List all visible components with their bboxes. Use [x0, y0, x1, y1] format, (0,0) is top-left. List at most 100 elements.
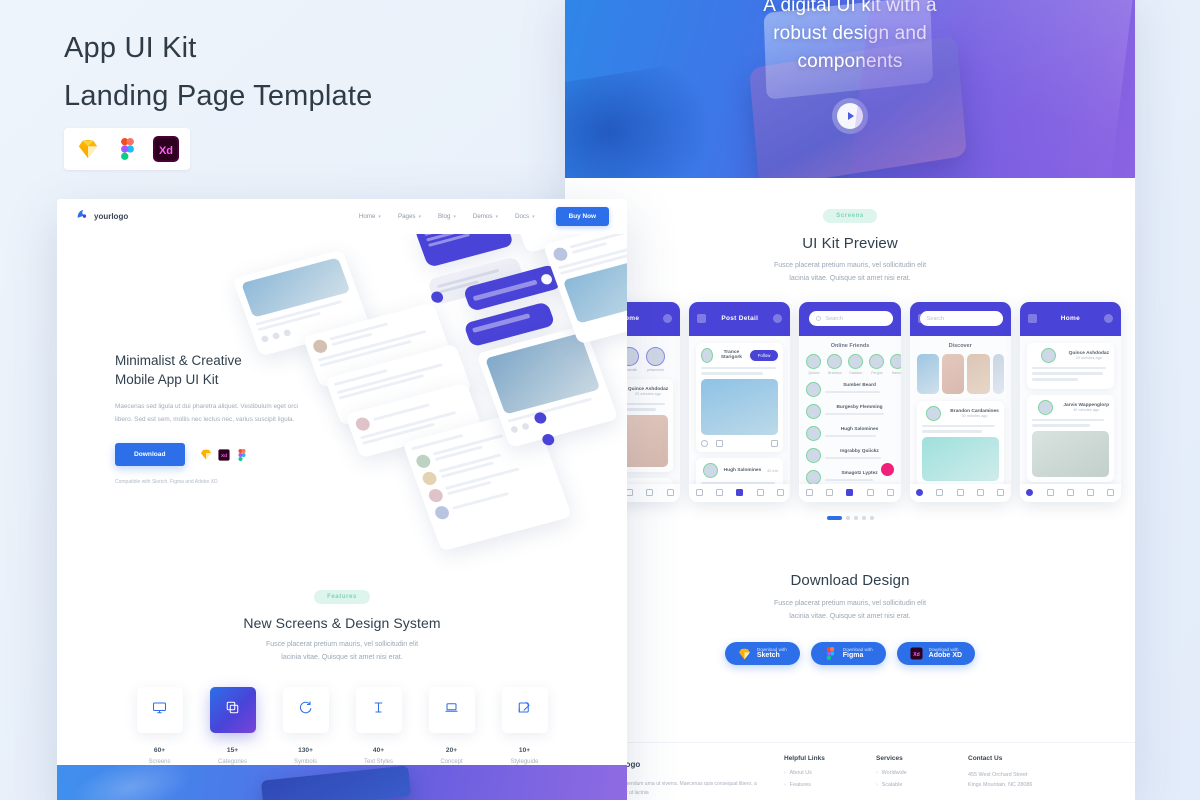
online-friends-row[interactable]: Quince Brandon Dawson Fergus Hannes	[806, 353, 901, 375]
friend-item[interactable]: Brandon	[827, 353, 843, 375]
discover-image[interactable]	[941, 353, 965, 394]
home-tab-icon[interactable]	[916, 489, 924, 497]
notification-icon[interactable]	[663, 314, 673, 324]
notification-icon[interactable]	[1104, 314, 1114, 324]
buy-now-button[interactable]: Buy Now	[555, 207, 609, 226]
list-item[interactable]: Burgesby Flemming	[806, 403, 893, 419]
carousel-dot[interactable]	[869, 516, 874, 521]
nav-item-blog[interactable]: Blog ▾	[438, 213, 456, 220]
feature-icon-box[interactable]	[501, 686, 548, 733]
messages-tab-icon[interactable]	[626, 489, 634, 497]
feature-item-categories[interactable]: 15+ Categories	[207, 686, 259, 765]
more-icon[interactable]	[773, 314, 783, 324]
phone-tabbar[interactable]	[1019, 483, 1122, 502]
search-input[interactable]: Search	[919, 311, 1003, 327]
notifications-tab-icon[interactable]	[646, 489, 654, 497]
carousel-dot[interactable]	[845, 516, 850, 521]
notifications-tab-icon[interactable]	[866, 489, 874, 497]
bookmark-icon[interactable]	[771, 440, 779, 448]
notifications-tab-icon[interactable]	[1087, 489, 1095, 497]
like-icon[interactable]	[701, 440, 709, 448]
feature-item-text-styles[interactable]: 40+ Text Styles	[353, 686, 405, 765]
post-detail-card[interactable]: Trance Starigork Follow	[696, 342, 784, 453]
feature-item-screens[interactable]: 60+ Screens	[134, 686, 186, 765]
follow-button[interactable]: Follow	[749, 349, 779, 361]
discover-grid[interactable]	[916, 353, 1004, 394]
profile-tab-icon[interactable]	[886, 489, 894, 497]
messages-tab-icon[interactable]	[846, 489, 854, 497]
explore-tab-icon[interactable]	[826, 489, 834, 497]
phone-tabbar[interactable]	[799, 483, 901, 502]
feature-icon-box[interactable]	[355, 686, 402, 733]
home-tab-icon[interactable]	[695, 489, 703, 497]
discover-image[interactable]	[916, 353, 939, 394]
compose-fab-icon[interactable]	[880, 462, 894, 476]
nav-item-home[interactable]: Home ▾	[359, 213, 381, 220]
download-adobexd-button[interactable]: Xd Download with Adobe XD	[896, 642, 976, 666]
list-item[interactable]: Ingrabby Quiickz	[806, 447, 893, 463]
home-tab-icon[interactable]	[1026, 489, 1034, 497]
list-item[interactable]: Smagotz Lyptez	[806, 469, 893, 485]
feature-icon-box[interactable]	[428, 686, 475, 733]
filter-icon[interactable]	[883, 314, 893, 324]
navbar-logo[interactable]: yourlogo	[75, 208, 128, 226]
notifications-tab-icon[interactable]	[976, 489, 984, 497]
play-button-icon[interactable]	[837, 103, 863, 129]
feature-item-concept[interactable]: 20+ Concept	[426, 686, 478, 765]
footer-link[interactable]: › Features	[784, 782, 854, 788]
download-sketch-button[interactable]: Download with Sketch	[724, 642, 800, 666]
phone-tabbar[interactable]	[909, 483, 1011, 502]
carousel-dot[interactable]	[861, 516, 866, 521]
phone-mockup[interactable]: Search Discover Brandon Cardamines 30 mi…	[909, 301, 1011, 502]
phone-carousel[interactable]: Home Your Story johnsmith pritamsinh Qui…	[565, 301, 1135, 502]
explore-tab-icon[interactable]	[716, 489, 724, 497]
discover-image[interactable]	[992, 353, 1004, 394]
story-item[interactable]: pritamsinh	[646, 346, 666, 372]
feature-item-styleguide[interactable]: 10+ Styleguide	[499, 686, 551, 765]
menu-icon[interactable]	[917, 314, 927, 324]
profile-tab-icon[interactable]	[1107, 489, 1115, 497]
messages-tab-icon[interactable]	[1066, 489, 1074, 497]
phone-mockup[interactable]: Home Quince Ashdodaz 20 minutes ago Jarv…	[1019, 301, 1122, 502]
phone-mockup[interactable]: Search Online Friends Quince Brandon Daw…	[799, 301, 901, 502]
profile-tab-icon[interactable]	[666, 489, 674, 497]
friend-item[interactable]: Fergus	[869, 353, 885, 375]
menu-icon[interactable]	[1027, 314, 1037, 324]
friend-item[interactable]: Hannes	[890, 353, 901, 375]
feature-icon-box[interactable]	[209, 686, 256, 733]
home-tab-icon[interactable]	[806, 489, 814, 497]
explore-tab-icon[interactable]	[1046, 489, 1054, 497]
profile-tab-icon[interactable]	[776, 489, 784, 497]
notifications-tab-icon[interactable]	[756, 489, 764, 497]
messages-tab-icon[interactable]	[956, 489, 964, 497]
phone-tabbar[interactable]	[689, 483, 791, 502]
discover-image[interactable]	[967, 353, 990, 394]
footer-link[interactable]: › Scalable	[876, 782, 946, 788]
footer-link[interactable]: › About Us	[784, 770, 854, 776]
feed-post[interactable]: Brandon Cardamines 30 minutes ago	[916, 400, 1004, 487]
footer-link[interactable]: › Worldwide	[876, 770, 946, 776]
messages-tab-icon[interactable]	[736, 489, 744, 497]
nav-item-pages[interactable]: Pages ▾	[398, 213, 421, 220]
nav-item-demos[interactable]: Demos ▾	[473, 213, 498, 220]
back-icon[interactable]	[697, 314, 707, 324]
friend-item[interactable]: Dawson	[848, 353, 864, 375]
friend-item[interactable]: Quince	[806, 353, 822, 375]
feed-post[interactable]: Jarvis Wappenglorp 40 minutes ago	[1026, 394, 1115, 482]
nav-item-docs[interactable]: Docs ▾	[515, 213, 535, 220]
feed-post[interactable]: Quince Ashdodaz 20 minutes ago	[1026, 342, 1115, 389]
list-item[interactable]: Sumber Beard	[806, 381, 893, 397]
list-item[interactable]: Hugh Salomines	[806, 425, 893, 441]
search-input[interactable]: Search	[809, 311, 893, 327]
profile-tab-icon[interactable]	[997, 489, 1005, 497]
download-button[interactable]: Download	[115, 443, 185, 467]
comment-icon[interactable]	[716, 440, 724, 448]
feature-item-symbols[interactable]: 130+ Symbols	[280, 686, 332, 765]
download-figma-button[interactable]: Download with Figma	[810, 642, 886, 666]
phone-mockup[interactable]: Post Detail Trance Starigork Follow Hugh…	[689, 301, 791, 502]
carousel-dot-active[interactable]	[826, 515, 842, 521]
feature-icon-box[interactable]	[282, 686, 329, 733]
feature-icon-box[interactable]	[136, 686, 183, 733]
carousel-dot[interactable]	[853, 516, 858, 521]
explore-tab-icon[interactable]	[936, 489, 944, 497]
